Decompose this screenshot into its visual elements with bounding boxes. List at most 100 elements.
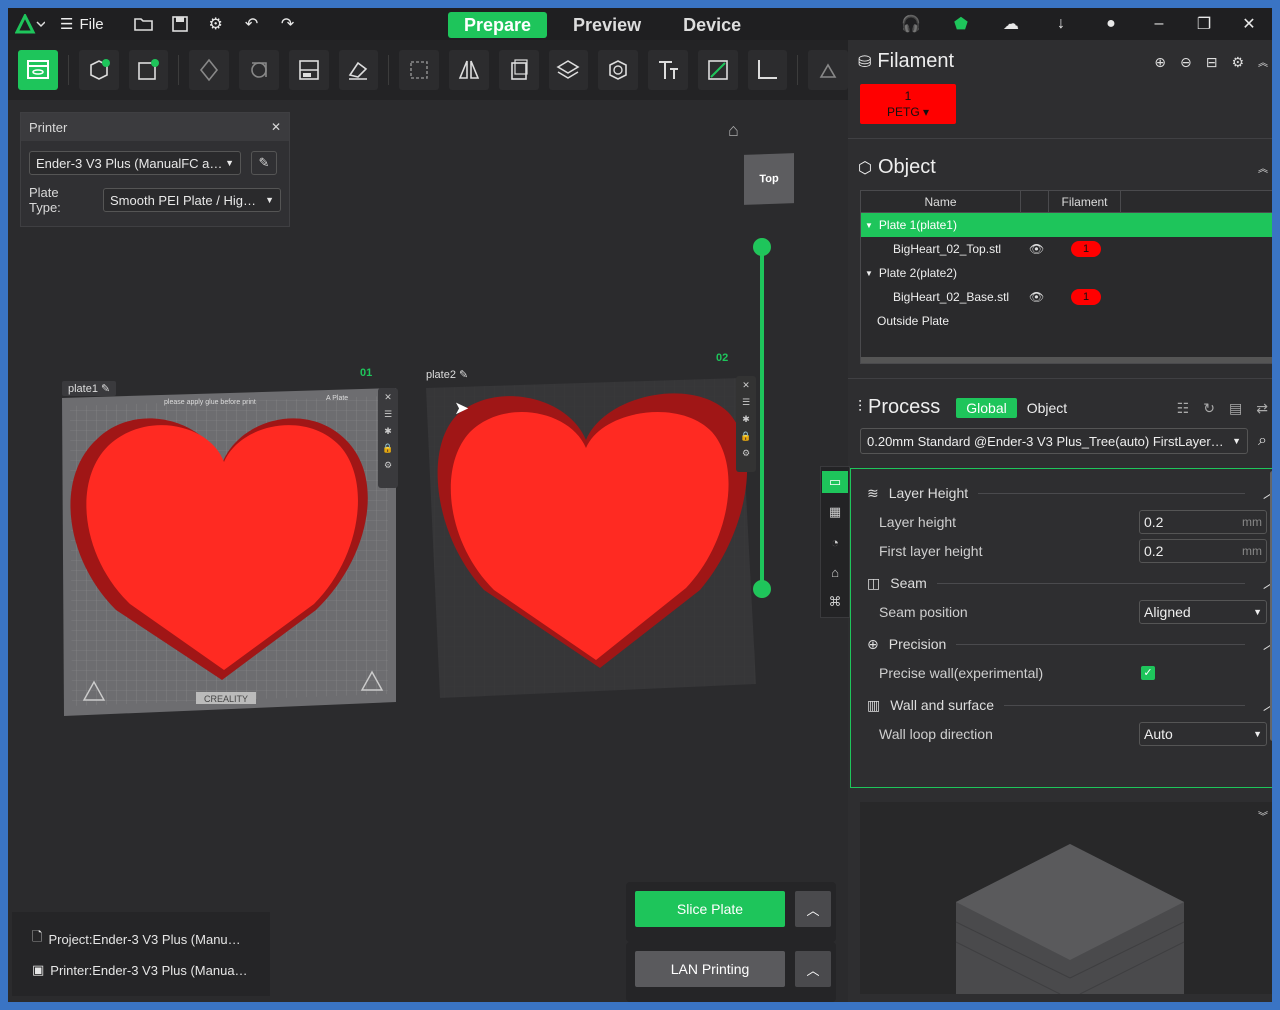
tab-global[interactable]: Global xyxy=(956,397,1017,418)
list-icon[interactable]: ☰ xyxy=(384,409,392,420)
layout-icon[interactable] xyxy=(288,50,329,90)
app-logo-icon[interactable] xyxy=(8,8,52,40)
plate-type-select[interactable]: Smooth PEI Plate / Hig… ▼ xyxy=(103,188,281,212)
plate2-bed[interactable] xyxy=(424,376,764,706)
user-avatar-icon[interactable]: ● xyxy=(1086,8,1136,40)
arrange-icon[interactable] xyxy=(239,50,279,90)
mirror-icon[interactable] xyxy=(449,50,489,90)
tab-prepare[interactable]: Prepare xyxy=(448,12,548,38)
redo-icon[interactable]: ↷ xyxy=(270,8,306,40)
restore-icon[interactable]: ❐ xyxy=(1182,8,1226,40)
auto-orient-icon[interactable] xyxy=(189,50,229,90)
compare-icon[interactable]: ⇄ xyxy=(1256,400,1268,417)
add-object-icon[interactable] xyxy=(78,50,119,90)
paint-icon[interactable] xyxy=(338,50,379,90)
variable-layer-icon[interactable] xyxy=(697,50,738,90)
eye-icon[interactable]: 👁 xyxy=(1029,242,1044,256)
filament-settings-icon[interactable]: ⚙ xyxy=(1231,54,1244,71)
collapse-icon[interactable]: ︽ xyxy=(1258,54,1268,71)
close-icon[interactable]: ✕ xyxy=(742,380,750,391)
tab-object[interactable]: Object xyxy=(1017,398,1077,418)
home-view-icon[interactable]: ⌂ xyxy=(728,120,739,141)
slice-plate-button[interactable]: Slice Plate xyxy=(635,891,785,927)
others-tab-icon[interactable]: ⌘ xyxy=(822,591,848,613)
list-item[interactable]: Outside Plate xyxy=(861,309,1275,333)
gear-icon[interactable]: ⚙ xyxy=(742,448,750,459)
printer-panel: Printer ✕ Ender-3 V3 Plus (ManualFC a… ▼… xyxy=(20,112,290,227)
copy-icon[interactable] xyxy=(498,50,539,90)
layer-slider-bottom-handle[interactable] xyxy=(753,580,771,598)
list-item[interactable]: ▼ Plate 2(plate2) xyxy=(861,261,1275,285)
strength-tab-icon[interactable]: ▦ xyxy=(822,501,848,523)
speed-tab-icon[interactable]: ◔ xyxy=(822,531,848,553)
add-filament-icon[interactable]: ⊕ xyxy=(1154,54,1166,71)
arrange-icon[interactable]: ✱ xyxy=(742,414,750,425)
close-icon[interactable]: ✕ xyxy=(1226,8,1272,40)
precise-wall-checkbox[interactable]: ✓ xyxy=(1141,665,1155,680)
save-icon[interactable] xyxy=(162,8,198,40)
reset-icon[interactable]: ↻ xyxy=(1203,400,1215,417)
lan-options-button[interactable]: ︿ xyxy=(795,951,831,987)
edit-filament-icon[interactable]: ⊟ xyxy=(1206,54,1218,71)
printer-select[interactable]: Ender-3 V3 Plus (ManualFC a… ▼ xyxy=(29,151,241,175)
add-plate-icon[interactable] xyxy=(128,50,169,90)
settings-gear-icon[interactable]: ⚙ xyxy=(198,8,234,40)
vertical-scrollbar[interactable] xyxy=(1270,471,1275,741)
support-paint-icon[interactable] xyxy=(808,50,848,90)
layers-icon[interactable] xyxy=(548,50,589,90)
layer-slider-top-handle[interactable] xyxy=(753,238,771,256)
scale-icon[interactable] xyxy=(399,50,439,90)
cut-box-icon[interactable] xyxy=(598,50,638,90)
open-folder-icon[interactable] xyxy=(126,8,162,40)
cloud-upload-icon[interactable]: ☁ xyxy=(986,8,1036,40)
filament-badge[interactable]: 1 xyxy=(1071,241,1101,257)
plate-view-icon[interactable] xyxy=(18,50,58,90)
search-icon[interactable]: ⌕ xyxy=(1258,432,1267,450)
headset-icon[interactable]: 🎧 xyxy=(886,8,936,40)
layer-height-input[interactable]: 0.2 mm xyxy=(1139,509,1267,534)
text-icon[interactable] xyxy=(648,50,688,90)
lock-icon[interactable]: 🔒 xyxy=(740,431,751,442)
filament-badge[interactable]: 1 xyxy=(1071,289,1101,305)
quality-tab-icon[interactable]: ▭ xyxy=(822,471,848,493)
layer-slider-track[interactable] xyxy=(760,248,764,590)
list-view-icon[interactable]: ☷ xyxy=(1177,400,1190,417)
tab-device[interactable]: Device xyxy=(667,12,757,38)
view-cube[interactable]: Top xyxy=(744,153,794,205)
lock-icon[interactable]: 🔒 xyxy=(382,443,393,454)
3d-viewport[interactable]: Printer ✕ Ender-3 V3 Plus (ManualFC a… ▼… xyxy=(8,100,848,1002)
support-tab-icon[interactable]: ⌂ xyxy=(822,561,848,583)
eye-icon[interactable]: 👁 xyxy=(1029,290,1044,304)
minimize-icon[interactable]: – xyxy=(1136,8,1182,40)
collapse-icon[interactable]: ︽ xyxy=(1258,160,1268,175)
gear-icon[interactable]: ⚙ xyxy=(384,460,392,471)
seam-position-select[interactable]: Aligned ▼ xyxy=(1139,599,1267,624)
process-preset-select[interactable]: 0.20mm Standard @Ender-3 V3 Plus_Tree(au… xyxy=(860,428,1248,454)
filament-chip[interactable]: 1 PETG ▾ xyxy=(860,84,956,124)
first-layer-height-input[interactable]: 0.2 mm xyxy=(1139,538,1267,563)
list-item[interactable]: BigHeart_02_Top.stl 👁 1 xyxy=(861,237,1275,261)
slice-options-button[interactable]: ︿ xyxy=(795,891,831,927)
close-icon[interactable]: ✕ xyxy=(271,120,281,134)
list-item[interactable]: BigHeart_02_Base.stl 👁 1 xyxy=(861,285,1275,309)
expand-icon[interactable]: ▼ xyxy=(861,269,873,278)
shield-icon[interactable]: ⬟ xyxy=(936,8,986,40)
save-preset-icon[interactable]: ▤ xyxy=(1229,400,1242,417)
undo-icon[interactable]: ↶ xyxy=(234,8,270,40)
wall-loop-direction-select[interactable]: Auto ▼ xyxy=(1139,721,1267,746)
download-icon[interactable]: ↓ xyxy=(1036,8,1086,40)
list-item[interactable]: ▼ Plate 1(plate1) xyxy=(861,213,1275,237)
edit-printer-button[interactable]: ✎ xyxy=(251,151,277,175)
remove-filament-icon[interactable]: ⊖ xyxy=(1180,54,1192,71)
file-menu[interactable]: ☰ File xyxy=(52,15,112,34)
close-icon[interactable]: ✕ xyxy=(384,392,392,403)
measure-icon[interactable] xyxy=(747,50,788,90)
lan-printing-button[interactable]: LAN Printing xyxy=(635,951,785,987)
expand-icon[interactable]: ︾ xyxy=(1258,808,1268,823)
plate1-bed[interactable]: CREALITY please apply glue before print … xyxy=(56,380,406,730)
horizontal-scrollbar[interactable] xyxy=(861,357,1275,363)
tab-preview[interactable]: Preview xyxy=(557,12,657,38)
expand-icon[interactable]: ▼ xyxy=(861,221,873,230)
arrange-icon[interactable]: ✱ xyxy=(384,426,392,437)
list-icon[interactable]: ☰ xyxy=(742,397,750,408)
